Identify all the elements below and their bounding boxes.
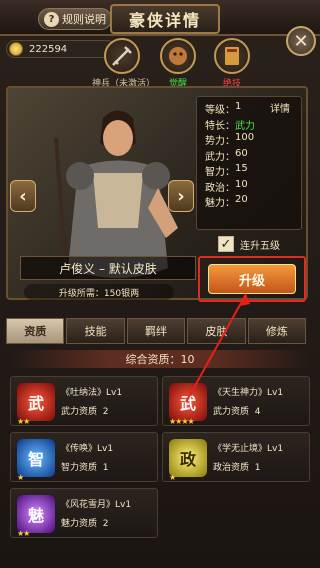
charm-skill-icon: 魅	[17, 495, 55, 533]
upgrade-highlight: 升级	[198, 256, 306, 302]
stat-charm: 魅力： 20	[205, 194, 248, 209]
skill-name: 《学无止境》Lv1	[213, 444, 284, 454]
skill-stat: 政治资质 1	[213, 463, 261, 473]
top-bar: ? 规则说明 豪侠详情	[0, 0, 320, 36]
next-hero-button[interactable]: ›	[168, 180, 194, 212]
rules-label: 规则说明	[62, 13, 106, 26]
awaken-slot[interactable]	[160, 38, 196, 74]
skill-card[interactable]: 武 《吐纳法》Lv1 武力资质 2 ★★	[10, 376, 158, 426]
multi-level-toggle[interactable]: ✓ 连升五级	[218, 236, 280, 252]
hero-stats-panel: 等级： 1 特长： 武力 势力： 100 武力： 60 智力： 15 政治： 10 魅力： 2…	[196, 96, 302, 230]
skill-stat: 武力资质 4	[213, 407, 261, 417]
book-icon	[225, 47, 239, 65]
politics-skill-icon: 政	[169, 439, 207, 477]
tab-skills[interactable]: 技能	[66, 318, 125, 344]
silver-balance: 222594	[6, 40, 116, 58]
beast-icon	[169, 47, 187, 65]
details-link[interactable]: 详情	[270, 100, 290, 115]
stat-politics: 政治： 10	[205, 178, 248, 194]
skill-card[interactable]: 政 《学无止境》Lv1 政治资质 1 ★	[162, 432, 310, 482]
star-rating: ★★	[17, 417, 30, 426]
stat-faction: 势力： 100	[205, 132, 255, 147]
tab-training[interactable]: 修炼	[247, 318, 307, 344]
skill-name: 《风花雪月》Lv1	[61, 500, 132, 510]
skill-card[interactable]: 武 《天生神力》Lv1 武力资质 4 ★★★★	[162, 376, 310, 426]
page-title: 豪侠详情	[110, 4, 220, 34]
sword-icon	[112, 46, 132, 66]
screen: ? 规则说明 豪侠详情 ✕ 222594 神兵（未激活） 觉醒 绝技 ‹ › 等…	[0, 0, 320, 568]
detail-tabs: 资质 技能 羁绊 皮肤 修炼	[6, 318, 307, 344]
stat-specialty: 特长： 武力	[205, 120, 255, 132]
skill-card[interactable]: 魅 《风花雪月》Lv1 魅力资质 2 ★★	[10, 488, 158, 538]
skill-card[interactable]: 智 《传唤》Lv1 智力资质 1 ★	[10, 432, 158, 482]
star-rating: ★★	[17, 529, 30, 538]
tab-skins[interactable]: 皮肤	[187, 318, 246, 344]
upgrade-cost: 升级所需：150银两	[24, 284, 174, 300]
multi-level-label: 连升五级	[240, 240, 280, 252]
skill-stat: 智力资质 1	[61, 463, 109, 473]
tab-bonds[interactable]: 羁绊	[126, 318, 186, 344]
force-skill-icon: 武	[169, 383, 207, 421]
star-rating: ★★★★	[169, 417, 195, 426]
close-icon[interactable]: ✕	[286, 26, 316, 56]
star-rating: ★	[17, 473, 24, 482]
intellect-skill-icon: 智	[17, 439, 55, 477]
previous-hero-button[interactable]: ‹	[10, 180, 36, 212]
stat-force: 武力： 60	[205, 147, 248, 163]
force-skill-icon: 武	[17, 383, 55, 421]
silver-amount: 222594	[29, 43, 68, 55]
question-icon: ?	[44, 11, 59, 27]
skill-stat: 魅力资质 2	[61, 519, 109, 529]
skill-name: 《吐纳法》Lv1	[61, 388, 123, 398]
coin-icon	[9, 42, 23, 56]
skill-stat: 武力资质 2	[61, 407, 109, 417]
tab-aptitude[interactable]: 资质	[6, 318, 65, 344]
divine-weapon-slot[interactable]	[104, 38, 140, 74]
total-aptitude: 综合资质：10	[10, 350, 310, 368]
skill-name: 《传唤》Lv1	[61, 444, 114, 454]
stat-intellect: 智力： 15	[205, 163, 248, 178]
hero-name: 卢俊义 – 默认皮肤	[20, 256, 196, 280]
skill-book-slot[interactable]	[214, 38, 250, 74]
rules-button[interactable]: ? 规则说明	[38, 8, 112, 30]
upgrade-button[interactable]: 升级	[208, 264, 296, 294]
checkbox-checked-icon[interactable]: ✓	[218, 236, 234, 252]
star-rating: ★	[169, 473, 176, 482]
skill-name: 《天生神力》Lv1	[213, 388, 284, 398]
